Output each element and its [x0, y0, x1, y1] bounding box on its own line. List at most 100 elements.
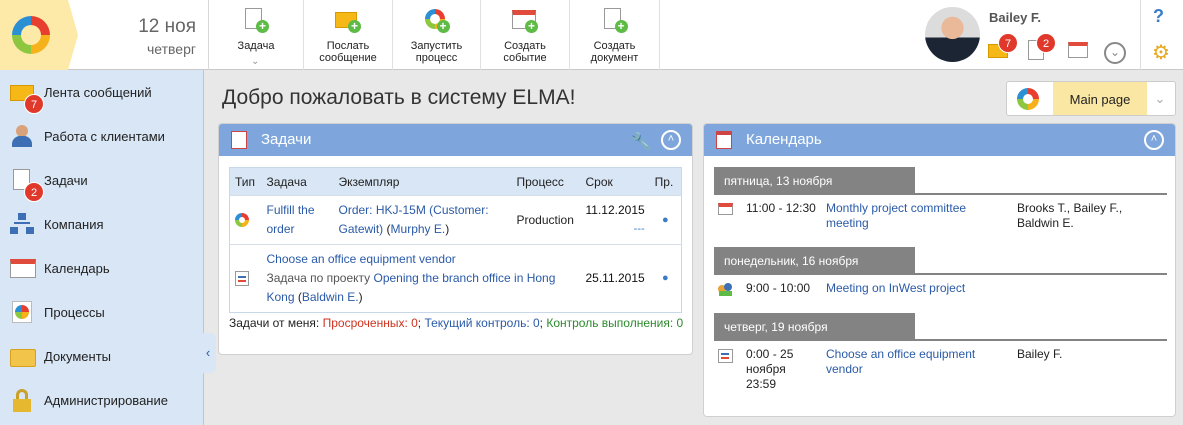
sidebar-item-documents[interactable]: Документы	[0, 334, 203, 378]
create-event-button[interactable]: + Создать событие	[481, 0, 570, 70]
sidebar-item-processes[interactable]: Процессы	[0, 290, 203, 334]
event-time: 9:00 - 10:00	[746, 281, 811, 295]
sidebar-item-admin[interactable]: Администрирование	[0, 378, 203, 422]
priority-dot: ●	[649, 195, 682, 245]
help-icon[interactable]: ?	[1153, 6, 1164, 27]
person-link[interactable]: Murphy E.	[391, 222, 446, 236]
tasks-portlet-title: Задачи	[261, 131, 312, 148]
person-link[interactable]: Baldwin E.	[302, 290, 359, 304]
create-task-label: Задача	[237, 40, 275, 52]
event-participants: Brooks T., Bailey F., Baldwin E.	[1017, 201, 1123, 230]
chevron-down-icon[interactable]: ⌄	[1145, 82, 1175, 115]
day-divider	[714, 339, 1167, 341]
page-selector-label[interactable]: Main page	[1053, 82, 1147, 115]
start-process-button[interactable]: + Запустить процесс	[393, 0, 481, 70]
event-participants: Bailey F.	[1017, 347, 1063, 361]
toolbar: + Задача ⌄ + Послать сообщение + Запусти…	[208, 0, 660, 70]
sidebar-item-label: Администрирование	[44, 392, 168, 408]
calendar-portlet: Календарь ˄ пятница, 13 ноября 11:00 - 1…	[703, 123, 1176, 417]
tasks-badge: 2	[1036, 33, 1056, 53]
calendar-icon[interactable]	[1068, 40, 1090, 60]
task-link[interactable]: Choose an office equipment vendor	[267, 252, 456, 266]
column-header[interactable]: Задача	[261, 167, 334, 196]
sidebar-item-company[interactable]: Компания	[0, 202, 203, 246]
sidebar-item-label: Календарь	[44, 260, 110, 276]
sidebar-item-label: Лента сообщений	[44, 84, 152, 100]
elma-logo-icon	[1017, 88, 1039, 110]
top-bar: 12 ноя четверг + Задача ⌄ + Послать сооб…	[0, 0, 1183, 70]
meeting-icon	[718, 203, 733, 215]
user-name[interactable]: Bailey F.	[989, 10, 1041, 25]
help-column: ? ⚙	[1140, 0, 1183, 70]
create-document-label-1: Создать	[593, 40, 636, 52]
calendar-icon: +	[512, 7, 538, 33]
process-icon	[235, 213, 249, 227]
send-message-button[interactable]: + Послать сообщение	[304, 0, 393, 70]
event-time: 0:00 - 25 ноября 23:59	[746, 347, 794, 391]
sidebar-item-feed[interactable]: 7 Лента сообщений	[0, 70, 203, 114]
task-link[interactable]: Fulfill the order	[267, 203, 315, 236]
calendar-icon	[10, 257, 36, 279]
execution-control-link[interactable]: Контроль выполнения: 0	[546, 316, 683, 330]
event-title-link[interactable]: Meeting on InWest project	[826, 281, 1006, 296]
chevron-down-icon[interactable]: ⌄	[1104, 42, 1126, 64]
wrench-icon[interactable]: 🔧	[631, 126, 652, 158]
create-document-label-2: документ	[590, 52, 639, 64]
current-control-link[interactable]: Текущий контроль: 0	[424, 316, 539, 330]
overdue-link[interactable]: Просроченных: 0	[323, 316, 418, 330]
event-time: 11:00 - 12:30	[746, 201, 816, 215]
tasks-icon[interactable]: 2	[1028, 33, 1056, 60]
tasks-table: Тип Задача Экземпляр Процесс Срок Пр. Fu…	[229, 167, 682, 313]
calendar-event[interactable]: 0:00 - 25 ноября 23:59 Choose an office …	[718, 347, 1168, 397]
start-process-label-1: Запустить	[410, 40, 463, 52]
event-title-link[interactable]: Monthly project committee meeting	[826, 201, 1006, 231]
date-weekday: четверг	[147, 41, 196, 57]
create-event-label-2: событие	[503, 52, 547, 64]
footer-prefix: Задачи от меня:	[229, 316, 320, 330]
sidebar-item-clients[interactable]: Работа с клиентами	[0, 114, 203, 158]
day-divider	[714, 273, 1167, 275]
lock-icon	[10, 389, 34, 412]
calendar-icon	[716, 131, 732, 149]
collapse-up-icon[interactable]: ˄	[1144, 130, 1164, 150]
calendar-event[interactable]: 11:00 - 12:30 Monthly project committee …	[718, 201, 1168, 235]
start-process-label-2: процесс	[415, 52, 458, 64]
page-selector[interactable]: Main page ⌄	[1006, 81, 1176, 116]
priority-dot: ●	[649, 244, 682, 313]
column-header[interactable]: Пр.	[649, 167, 682, 196]
column-header[interactable]: Экземпляр	[333, 167, 512, 196]
chevron-down-icon[interactable]: ⌄	[251, 56, 259, 68]
project-task-icon	[718, 349, 733, 363]
calendar-portlet-title: Календарь	[746, 131, 822, 148]
due-date: 11.12.2015	[585, 203, 645, 217]
column-header[interactable]: Тип	[229, 167, 262, 196]
sidebar-item-calendar[interactable]: Календарь	[0, 246, 203, 290]
type-cell	[229, 244, 262, 313]
column-header[interactable]: Срок	[580, 167, 650, 196]
create-task-button[interactable]: + Задача ⌄	[209, 0, 304, 70]
process-icon	[10, 301, 34, 323]
event-title-link[interactable]: Choose an office equipment vendor	[826, 347, 1006, 377]
column-header[interactable]: Процесс	[511, 167, 581, 196]
elma-logo[interactable]	[0, 0, 78, 70]
sidebar-collapse-button[interactable]: ‹	[200, 333, 216, 373]
collapse-up-icon[interactable]: ˄	[661, 130, 681, 150]
sidebar: 7 Лента сообщений Работа с клиентами 2 З…	[0, 70, 204, 425]
sidebar-item-label: Процессы	[44, 304, 105, 320]
calendar-day-header: пятница, 13 ноября	[714, 167, 915, 195]
create-document-button[interactable]: + Создать документ	[570, 0, 660, 70]
send-message-label-1: Послать	[326, 40, 370, 52]
gear-icon[interactable]: ⚙	[1152, 40, 1170, 65]
process-icon: +	[424, 7, 450, 33]
sidebar-item-tasks[interactable]: 2 Задачи	[0, 158, 203, 202]
project-prefix: Задача по проекту	[266, 271, 371, 285]
calendar-event[interactable]: 9:00 - 10:00 Meeting on InWest project	[718, 281, 1168, 299]
client-icon	[10, 125, 34, 147]
avatar[interactable]	[925, 7, 980, 62]
day-divider	[714, 193, 1167, 195]
messages-icon[interactable]: 7	[988, 33, 1018, 60]
table-row: Fulfill the order Order: HKJ-15M (Custom…	[229, 195, 682, 245]
messages-badge: 7	[998, 33, 1018, 53]
document-icon: +	[602, 7, 628, 33]
task-icon: +	[243, 7, 269, 33]
